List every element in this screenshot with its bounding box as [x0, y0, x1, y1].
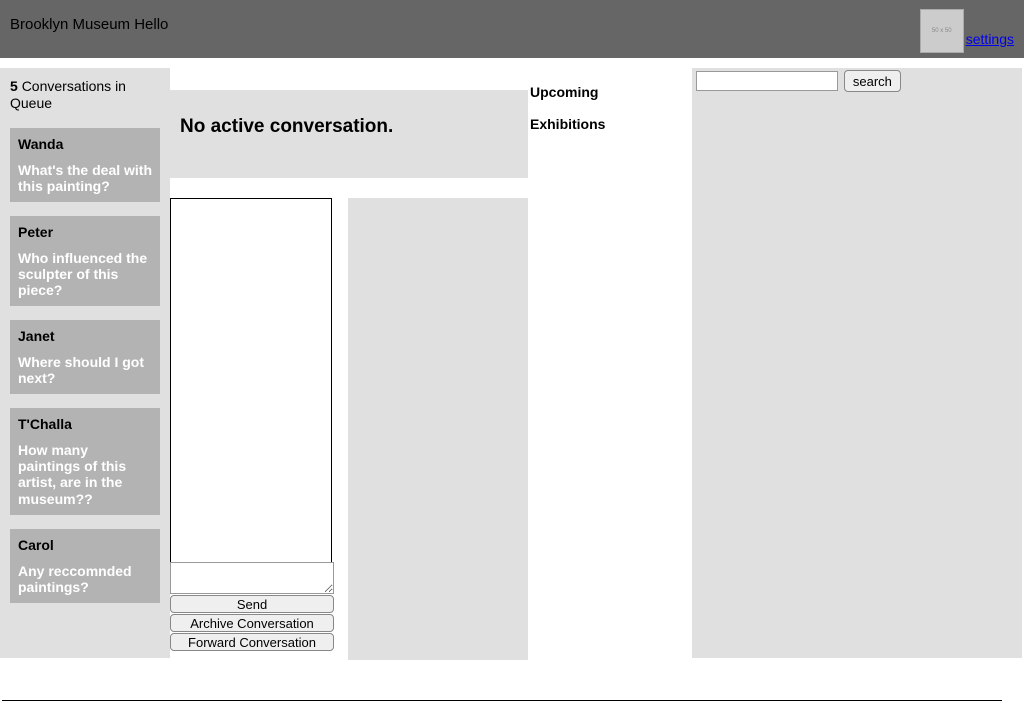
queue-item-msg: How many paintings of this artist, are i… [18, 442, 152, 506]
queue-item-msg: What's the deal with this painting? [18, 162, 152, 194]
header: Brooklyn Museum Hello 50 x 50 settings [0, 0, 1024, 58]
queue-item-name: Wanda [18, 136, 152, 152]
queue-item[interactable]: Wanda What's the deal with this painting… [10, 128, 160, 202]
sidebar: 5 Conversations in Queue Wanda What's th… [0, 68, 170, 658]
search-panel: search [692, 68, 1022, 658]
search-input[interactable] [696, 71, 838, 91]
queue-item-msg: Where should I got next? [18, 354, 152, 386]
send-button[interactable]: Send [170, 595, 334, 613]
exhibitions-label: Exhibitions [530, 116, 688, 132]
header-right: 50 x 50 settings [920, 5, 1014, 53]
conversation-header: No active conversation. [170, 90, 528, 178]
search-column: search [692, 68, 1022, 658]
conversation-body: Send Archive Conversation Forward Conver… [170, 198, 528, 660]
queue-item-name: Peter [18, 224, 152, 240]
queue-item-name: T'Challa [18, 416, 152, 432]
queue-item[interactable]: T'Challa How many paintings of this arti… [10, 408, 160, 514]
settings-link[interactable]: settings [966, 31, 1014, 47]
bottom-divider [2, 700, 1002, 701]
queue-item-name: Carol [18, 537, 152, 553]
message-input[interactable] [170, 562, 334, 594]
conversation-input-col: Send Archive Conversation Forward Conver… [170, 198, 332, 660]
forward-button[interactable]: Forward Conversation [170, 633, 334, 651]
search-button[interactable]: search [844, 70, 901, 92]
queue-label: Conversations in Queue [10, 78, 126, 111]
upcoming-label: Upcoming [530, 84, 688, 100]
queue-item-msg: Any reccomnded paintings? [18, 563, 152, 595]
upcoming-panel: Upcoming Exhibitions [528, 84, 690, 148]
conversation-title: No active conversation. [180, 116, 518, 138]
queue-item[interactable]: Janet Where should I got next? [10, 320, 160, 394]
conversation-side-panel [348, 198, 528, 660]
queue-item[interactable]: Peter Who influenced the sculpter of thi… [10, 216, 160, 306]
app-title: Brooklyn Museum Hello [10, 16, 168, 33]
queue-count: 5 [10, 78, 18, 94]
archive-button[interactable]: Archive Conversation [170, 614, 334, 632]
conversation-panel: No active conversation. Send Archive Con… [170, 68, 528, 660]
avatar[interactable]: 50 x 50 [920, 9, 964, 53]
main: 5 Conversations in Queue Wanda What's th… [0, 68, 1024, 660]
queue-item-msg: Who influenced the sculpter of this piec… [18, 250, 152, 298]
queue-item-name: Janet [18, 328, 152, 344]
queue-header: 5 Conversations in Queue [10, 78, 160, 112]
queue-item[interactable]: Carol Any reccomnded paintings? [10, 529, 160, 603]
conversation-log [170, 198, 332, 563]
